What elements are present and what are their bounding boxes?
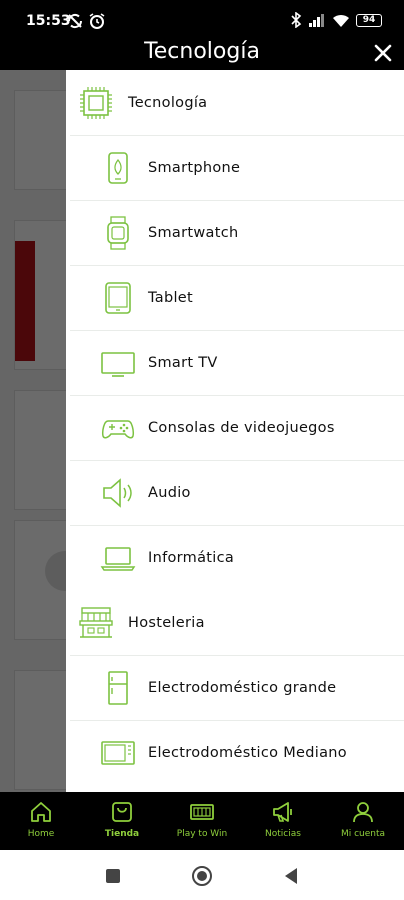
drawer-item-label: Electrodoméstico Mediano [148, 745, 347, 761]
sync-off-icon [67, 13, 83, 29]
nav-label: Home [27, 829, 55, 839]
nav-label: Mi cuenta [340, 829, 386, 839]
user-icon [353, 802, 373, 823]
close-button[interactable] [368, 38, 398, 68]
drawer-item-label: Tablet [148, 290, 193, 306]
speaker-icon [103, 478, 132, 508]
drawer-item-audio[interactable]: Audio [70, 460, 404, 525]
nav-play-to-win[interactable]: Play to Win [162, 792, 242, 850]
drawer-item-electrodomestico-mediano[interactable]: Electrodoméstico Mediano [70, 720, 404, 785]
page-title: Tecnología [144, 39, 260, 64]
drawer-item-label: Smartwatch [148, 225, 239, 241]
app-header: Tecnología [0, 39, 404, 70]
tablet-icon [105, 282, 131, 314]
smartphone-icon [108, 152, 128, 184]
drawer-item-label: Audio [148, 485, 191, 501]
drawer-item-label: Electrodoméstico grande [148, 680, 337, 696]
nav-label: Noticias [265, 829, 301, 839]
drawer-item-smart-tv[interactable]: Smart TV [70, 330, 404, 395]
laptop-icon [100, 547, 136, 571]
megaphone-icon [273, 802, 292, 822]
wifi-icon [333, 14, 349, 27]
recent-apps-button[interactable] [105, 868, 121, 884]
alarm-icon [89, 13, 105, 29]
status-notification-icons [66, 12, 106, 30]
chip-icon [80, 86, 112, 119]
bottom-navigation: Home Tienda Play to Win Noticias Mi cuen… [0, 792, 404, 850]
drawer-item-informatica[interactable]: Informática [70, 525, 404, 590]
drawer-item-tecnologia[interactable]: Tecnología [66, 70, 404, 135]
battery-indicator: 94 [356, 13, 382, 27]
back-button[interactable] [283, 867, 299, 885]
drawer-item-label: Informática [148, 550, 235, 566]
nav-tienda[interactable]: Tienda [82, 792, 162, 850]
drawer-item-smartphone[interactable]: Smartphone [70, 135, 404, 200]
nav-label: Play to Win [176, 829, 228, 839]
drawer-item-hosteleria[interactable]: Hosteleria [66, 590, 404, 655]
drawer-item-label: Smart TV [148, 355, 218, 371]
shopping-bag-icon [112, 802, 132, 822]
home-button[interactable] [191, 865, 213, 887]
gamepad-icon [102, 420, 134, 439]
microwave-icon [101, 741, 135, 765]
drawer-item-consolas[interactable]: Consolas de videojuegos [70, 395, 404, 460]
nav-noticias[interactable]: Noticias [243, 792, 323, 850]
nav-mi-cuenta[interactable]: Mi cuenta [323, 792, 403, 850]
drawer-item-tablet[interactable]: Tablet [70, 265, 404, 330]
nav-label: Tienda [104, 829, 140, 839]
drawer-item-label: Tecnología [128, 94, 208, 111]
smartwatch-icon [107, 216, 129, 250]
drawer-item-label: Smartphone [148, 160, 241, 176]
tv-icon [101, 352, 135, 377]
system-navigation-bar [0, 850, 404, 900]
storefront-icon [79, 606, 113, 638]
drawer-item-label: Consolas de videojuegos [148, 420, 335, 436]
status-bar: 15:53 94 [0, 0, 404, 44]
close-icon [374, 44, 392, 62]
nav-home[interactable]: Home [1, 792, 81, 850]
ticket-icon [190, 804, 214, 820]
status-time: 15:53 [26, 13, 71, 29]
fridge-icon [108, 671, 128, 705]
drawer-item-label: Hosteleria [128, 614, 205, 631]
home-icon [31, 802, 51, 822]
category-drawer: Tecnología Smartphone Smartwatch Tablet [66, 70, 404, 792]
drawer-item-smartwatch[interactable]: Smartwatch [70, 200, 404, 265]
drawer-item-electrodomestico-grande[interactable]: Electrodoméstico grande [70, 655, 404, 720]
bluetooth-icon [291, 12, 302, 28]
signal-icon [309, 14, 324, 27]
status-system-icons: 94 [290, 12, 382, 28]
